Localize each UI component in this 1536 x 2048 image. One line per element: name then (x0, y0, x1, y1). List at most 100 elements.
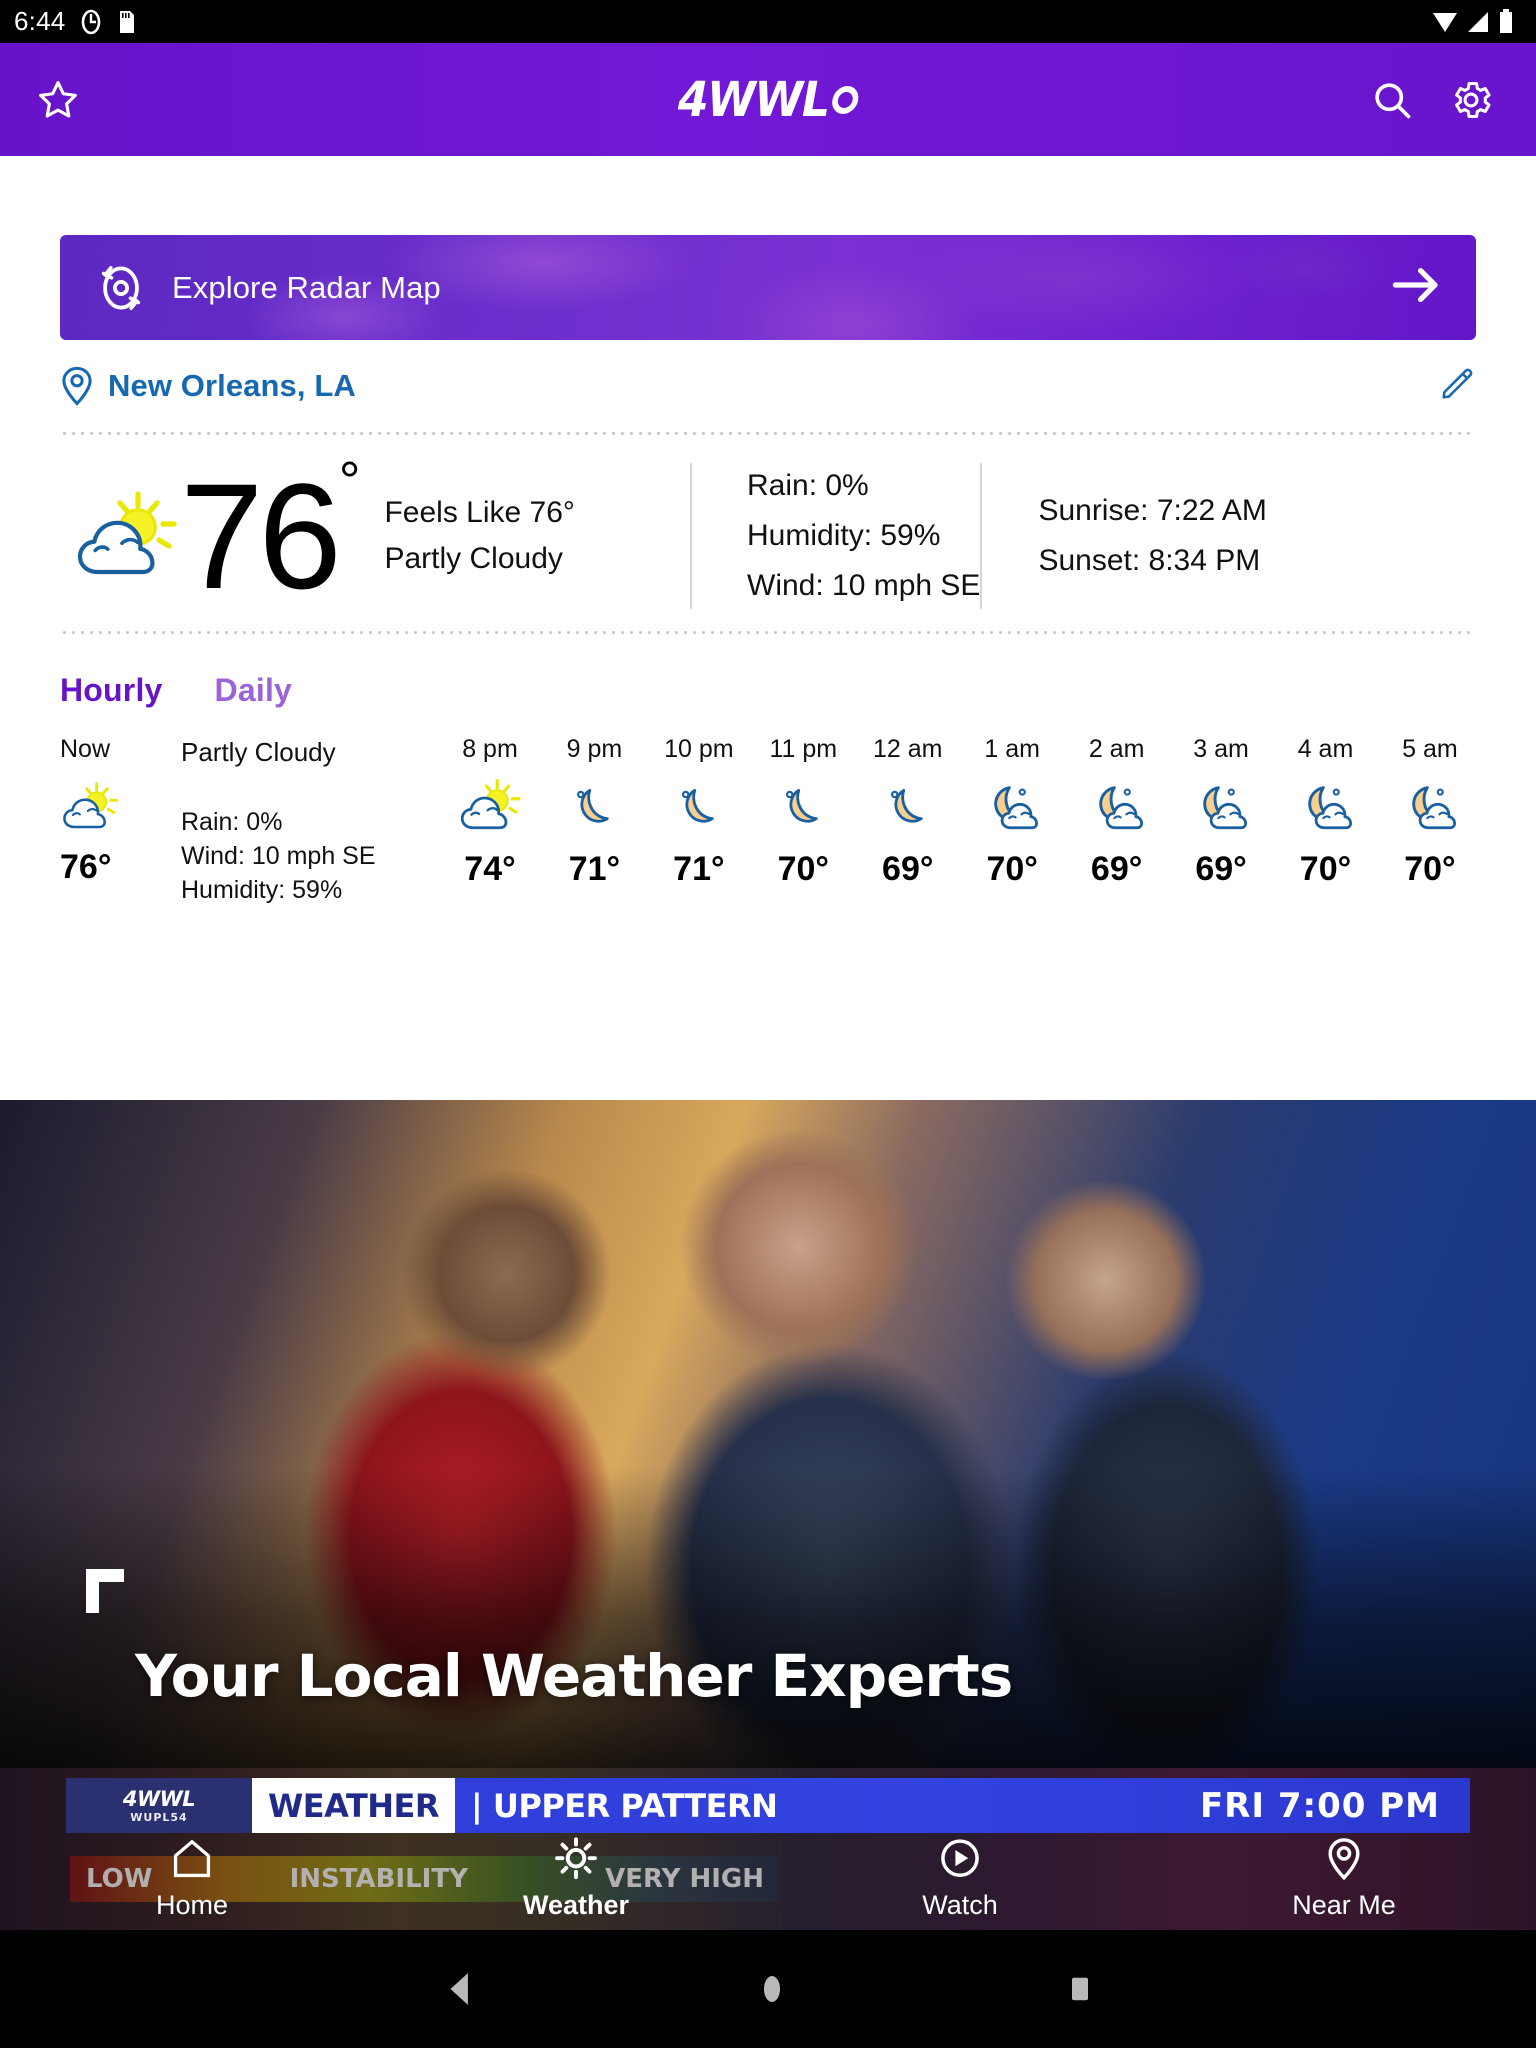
header-right (1370, 43, 1494, 156)
hourly-item[interactable]: 9 pm 71° (548, 735, 640, 889)
star-icon[interactable] (36, 78, 80, 122)
hourly-icon-wrap (1397, 778, 1463, 834)
square-recents-icon[interactable] (1067, 1973, 1093, 2005)
video-divider: | (471, 1786, 483, 1825)
gear-icon[interactable] (1448, 77, 1494, 123)
hourly-temperature: 69° (882, 850, 934, 888)
hourly-temperature: 69° (1195, 850, 1247, 888)
now-condition: Partly Cloudy (181, 737, 336, 767)
status-bar-left: 6:44 (14, 6, 137, 37)
stat-humidity: Humidity: 59% (747, 519, 941, 552)
hourly-item[interactable]: 8 pm 74° (444, 735, 536, 889)
hourly-temperature: 70° (1404, 850, 1456, 888)
clear-night-icon (890, 788, 923, 823)
hourly-item[interactable]: 5 am 70° (1384, 735, 1476, 889)
search-icon[interactable] (1370, 78, 1414, 122)
video-station-sub: WUPL54 (130, 1811, 188, 1824)
stat-rain: Rain: 0% (747, 469, 869, 502)
nav-item-label: Near Me (1292, 1889, 1396, 1920)
stat-wind: Wind: 10 mph SE (747, 569, 981, 602)
nav-item-label: Weather (522, 1889, 630, 1920)
nav-item-home[interactable]: Home (0, 1836, 384, 1921)
hourly-forecast-strip[interactable]: Now 76° Partly Cloudy Rain: 0% Wind: 10 … (60, 709, 1476, 905)
tab-daily[interactable]: Daily (215, 672, 292, 709)
hourly-temperature: 70° (986, 850, 1038, 888)
nav-item-near-me[interactable]: Near Me (1152, 1836, 1536, 1921)
hourly-time: 1 am (984, 735, 1040, 763)
status-bar-right (1432, 8, 1518, 35)
edit-location-button[interactable] (1438, 365, 1476, 408)
now-detail-lines: Rain: 0% Wind: 10 mph SE Humidity: 59% (181, 808, 426, 905)
now-label: Now (60, 735, 111, 763)
forecast-tabs: Hourly Daily (60, 634, 1476, 709)
partly-cloudy-night-icon (1203, 786, 1248, 830)
app-root: 6:44 4WWL Explore Radar Map New Orleans,… (0, 0, 1536, 2048)
nav-item-watch[interactable]: Watch (768, 1836, 1152, 1921)
now-temperature: 76° (60, 848, 112, 886)
explore-radar-map-banner[interactable]: Explore Radar Map (60, 235, 1476, 340)
current-temperature: 76 (180, 452, 342, 620)
hourly-time: 5 am (1402, 735, 1458, 763)
main-content: Explore Radar Map New Orleans, LA 76° Fe… (0, 235, 1536, 905)
location-row[interactable]: New Orleans, LA (60, 340, 1476, 432)
video-title-text: UPPER PATTERN (492, 1786, 778, 1825)
hour-now-column: Now 76° (60, 735, 135, 887)
signal-icon (1468, 11, 1488, 32)
hourly-item[interactable]: 11 pm 70° (757, 735, 849, 889)
partly-cloudy-night-icon (994, 786, 1039, 830)
nav-item-weather[interactable]: Weather (384, 1836, 768, 1921)
hourly-temperature: 74° (464, 850, 516, 888)
hourly-icon-wrap (979, 778, 1045, 834)
hourly-icon-wrap (1188, 778, 1254, 834)
triangle-back-icon[interactable] (443, 1970, 477, 2008)
partly-cloudy-day-icon (77, 491, 177, 575)
wifi-icon (1433, 12, 1457, 32)
status-bar-clock: 6:44 (14, 6, 66, 36)
home-icon (173, 1839, 211, 1877)
current-condition-text: Partly Cloudy (384, 542, 563, 575)
hourly-item[interactable]: 1 am 70° (966, 735, 1058, 889)
tab-hourly[interactable]: Hourly (60, 672, 163, 709)
nav-item-label: Home (155, 1889, 229, 1920)
radar-banner-arrow[interactable] (1390, 262, 1444, 313)
hourly-time: 10 pm (664, 735, 734, 763)
feels-like-text: Feels Like 76° (384, 496, 575, 529)
hourly-icon-wrap (1084, 778, 1150, 834)
current-degree-symbol: ° (338, 451, 361, 511)
hourly-temperature: 69° (1090, 850, 1143, 888)
station-logo: 4WWL (0, 43, 1536, 156)
hourly-icon-wrap (457, 778, 523, 834)
sun-times-column: Sunrise: 7:22 AM Sunset: 8:34 PM (982, 441, 1266, 631)
radar-target-icon (101, 265, 141, 310)
location-pin-icon (1328, 1837, 1360, 1880)
hourly-item[interactable]: 3 am 69° (1175, 735, 1267, 889)
current-subtext: Feels Like 76° Partly Cloudy (384, 496, 574, 576)
play-circle-icon (941, 1838, 979, 1877)
now-wind: Wind: 10 mph SE (181, 842, 376, 870)
video-title: | UPPER PATTERN (455, 1786, 778, 1825)
hourly-icon-wrap (1293, 778, 1359, 834)
arrow-right-icon (1392, 267, 1438, 303)
android-status-bar: 6:44 (0, 0, 1536, 43)
partly-cloudy-day-icon (460, 779, 521, 830)
weather-experts-promo[interactable]: Your Local Weather Experts (0, 1100, 1536, 1768)
current-main: 76° Feels Like 76° Partly Cloudy (60, 441, 690, 631)
now-icon-wrap (60, 780, 135, 834)
clear-night-icon (577, 788, 610, 823)
hourly-icon-wrap (666, 778, 732, 834)
hourly-item[interactable]: 12 am 69° (862, 735, 954, 889)
circle-home-icon[interactable] (757, 1972, 787, 2006)
radar-banner-label: Explore Radar Map (172, 269, 441, 305)
hourly-temperature: 70° (1299, 850, 1352, 888)
partly-cloudy-day-icon (63, 782, 119, 829)
hourly-item[interactable]: 10 pm 71° (653, 735, 745, 889)
hourly-temperature: 71° (568, 850, 621, 888)
hourly-items: 8 pm 74° 9 pm 71° 10 pm 71° 11 pm 70° 12 am … (426, 735, 1476, 889)
promo-headline: Your Local Weather Experts (135, 1642, 1013, 1710)
clock-icon (82, 9, 101, 34)
hourly-item[interactable]: 4 am 70° (1280, 735, 1372, 889)
hourly-time: 4 am (1297, 735, 1354, 763)
hourly-icon-wrap (770, 778, 836, 834)
promo-corner-bracket (86, 1569, 124, 1613)
hourly-item[interactable]: 2 am 69° (1071, 735, 1163, 889)
